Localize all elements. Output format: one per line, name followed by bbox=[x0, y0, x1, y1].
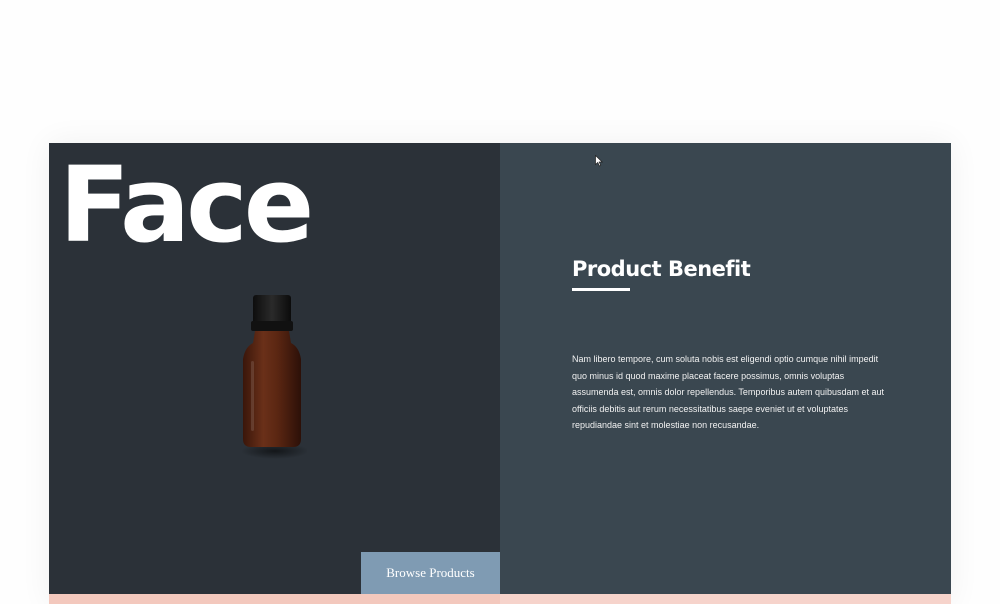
mouse-cursor-icon bbox=[595, 155, 603, 167]
accent-strip-right bbox=[500, 594, 951, 604]
hero-panel: Face Browse Products bbox=[49, 143, 500, 594]
benefit-title: Product Benefit bbox=[572, 257, 751, 281]
serum-bottle-image bbox=[241, 295, 307, 459]
product-card: Face Browse Products Product Benefit Nam… bbox=[49, 143, 951, 604]
page: Face Browse Products Product Benefit Nam… bbox=[0, 0, 1000, 604]
benefit-description: Nam libero tempore, cum soluta nobis est… bbox=[572, 354, 885, 431]
hero-title: Face bbox=[59, 144, 314, 266]
accent-strip bbox=[49, 594, 951, 604]
benefit-panel: Product Benefit Nam libero tempore, cum … bbox=[500, 143, 951, 594]
title-underline bbox=[572, 288, 630, 291]
browse-products-button[interactable]: Browse Products bbox=[361, 552, 500, 594]
